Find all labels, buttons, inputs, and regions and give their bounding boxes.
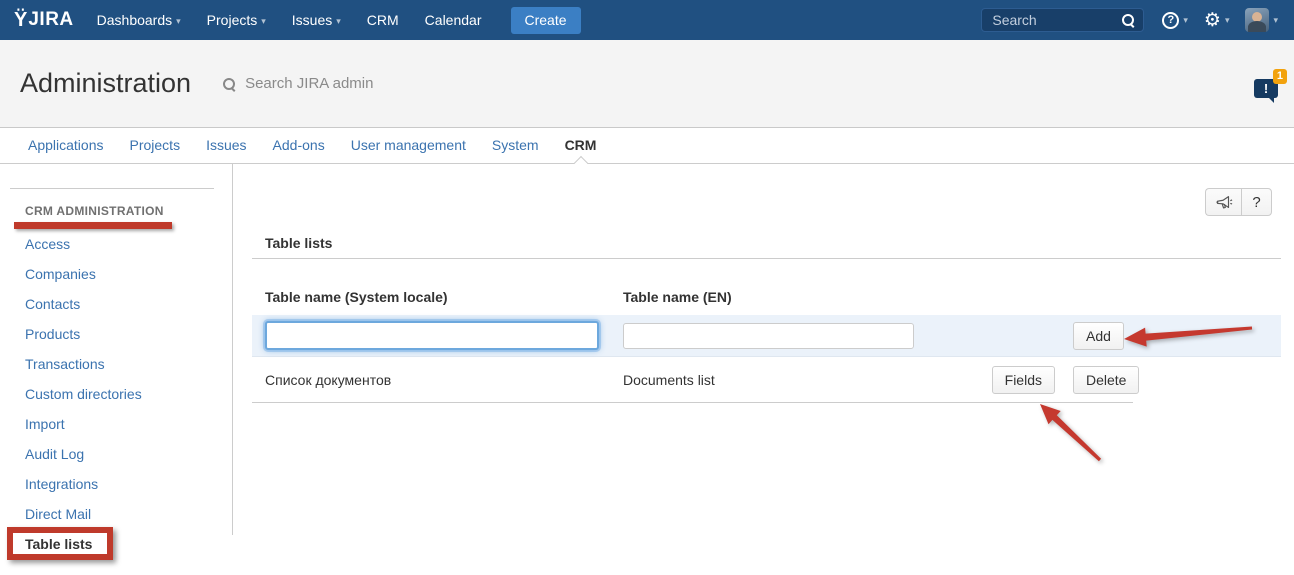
- chevron-down-icon: ▾: [176, 16, 181, 26]
- nav-crm[interactable]: CRM: [354, 0, 412, 40]
- table-lists-table: Table name (System locale) Table name (E…: [252, 279, 1281, 402]
- tab-projects[interactable]: Projects: [117, 128, 194, 163]
- global-search-input[interactable]: [990, 11, 1121, 29]
- table-header-row: Table name (System locale) Table name (E…: [252, 279, 1281, 315]
- chevron-down-icon: ▾: [336, 16, 341, 26]
- global-search[interactable]: [981, 8, 1144, 32]
- admin-header: Administration ! 1: [0, 40, 1294, 128]
- search-icon: [222, 77, 236, 91]
- column-header-en: Table name (EN): [610, 289, 950, 305]
- table-name-system-input[interactable]: [265, 321, 599, 350]
- jira-logo-icon: Ÿ: [14, 10, 27, 30]
- sidebar-item-audit-log[interactable]: Audit Log: [0, 439, 232, 469]
- sidebar-item-products[interactable]: Products: [0, 319, 232, 349]
- sidebar-item-access[interactable]: Access: [0, 229, 232, 259]
- fields-button[interactable]: Fields: [992, 366, 1055, 394]
- chevron-down-icon: ▾: [1273, 15, 1278, 26]
- navbar-right: ? ▾ ⚙ ▾ ▾: [981, 8, 1282, 32]
- tab-issues[interactable]: Issues: [193, 128, 259, 163]
- sidebar-item-contacts[interactable]: Contacts: [0, 289, 232, 319]
- table-row: Список документов Documents list Fields …: [252, 357, 1281, 402]
- exclamation-glyph: !: [1264, 81, 1268, 96]
- crm-admin-sidebar: CRM ADMINISTRATION Access Companies Cont…: [0, 164, 233, 535]
- nav-projects[interactable]: Projects▾: [194, 0, 279, 41]
- sidebar-item-import[interactable]: Import: [0, 409, 232, 439]
- gear-icon: ⚙: [1204, 11, 1221, 30]
- help-button[interactable]: ?: [1241, 188, 1272, 216]
- chevron-down-icon: ▾: [1183, 15, 1188, 26]
- tab-crm[interactable]: CRM: [552, 128, 610, 163]
- notification-icon[interactable]: ! 1: [1254, 79, 1278, 98]
- cell-name-system: Список документов: [252, 372, 610, 388]
- megaphone-icon: [1215, 195, 1233, 210]
- cell-name-en: Documents list: [610, 372, 950, 388]
- settings-menu[interactable]: ⚙ ▾: [1204, 11, 1230, 30]
- jira-logo[interactable]: Ÿ JIRA: [14, 9, 74, 31]
- row-separator: [252, 402, 1133, 403]
- annotation-underline: [14, 222, 172, 229]
- column-header-system-locale: Table name (System locale): [252, 289, 610, 305]
- sidebar-item-custom-directories[interactable]: Custom directories: [0, 379, 232, 409]
- tab-add-ons[interactable]: Add-ons: [260, 128, 338, 163]
- add-table-form-row: Add: [252, 315, 1281, 357]
- sidebar-item-integrations[interactable]: Integrations: [0, 469, 232, 499]
- top-navbar: Ÿ JIRA Dashboards▾ Projects▾ Issues▾ CRM…: [0, 0, 1294, 40]
- sidebar-list: Access Companies Contacts Products Trans…: [0, 229, 232, 559]
- page-title: Administration: [20, 68, 191, 99]
- sidebar-item-table-lists[interactable]: Table lists: [0, 529, 232, 559]
- help-menu[interactable]: ? ▾: [1162, 12, 1188, 29]
- admin-search[interactable]: [222, 74, 463, 93]
- nav-dashboards[interactable]: Dashboards▾: [84, 0, 194, 41]
- announcement-button[interactable]: [1205, 188, 1241, 216]
- table-name-en-input[interactable]: [623, 323, 914, 349]
- content-heading: Table lists: [265, 235, 1294, 251]
- delete-button[interactable]: Delete: [1073, 366, 1139, 394]
- add-button[interactable]: Add: [1073, 322, 1124, 350]
- nav-calendar[interactable]: Calendar: [412, 0, 495, 40]
- jira-admin-page: Ÿ JIRA Dashboards▾ Projects▾ Issues▾ CRM…: [0, 0, 1294, 575]
- sidebar-section-title: CRM ADMINISTRATION: [25, 204, 232, 218]
- sidebar-item-companies[interactable]: Companies: [0, 259, 232, 289]
- tab-user-management[interactable]: User management: [338, 128, 479, 163]
- create-button[interactable]: Create: [511, 7, 581, 34]
- sidebar-item-transactions[interactable]: Transactions: [0, 349, 232, 379]
- heading-rule: [252, 258, 1281, 259]
- avatar: [1245, 8, 1269, 32]
- nav-issues[interactable]: Issues▾: [279, 0, 354, 41]
- jira-logo-text: JIRA: [28, 9, 73, 31]
- admin-search-input[interactable]: [243, 74, 463, 93]
- main-content: ? Table lists Table name (System locale)…: [233, 164, 1294, 535]
- chevron-down-icon: ▾: [1225, 15, 1230, 26]
- admin-tabs: Applications Projects Issues Add-ons Use…: [0, 128, 1294, 164]
- tab-applications[interactable]: Applications: [15, 128, 117, 163]
- search-icon: [1121, 13, 1135, 27]
- help-icon: ?: [1162, 12, 1179, 29]
- sidebar-divider: [10, 188, 214, 189]
- chevron-down-icon: ▾: [261, 16, 266, 26]
- notification-badge: 1: [1273, 69, 1287, 84]
- user-menu[interactable]: ▾: [1245, 8, 1278, 32]
- sidebar-item-direct-mail[interactable]: Direct Mail: [0, 499, 232, 529]
- page-tools: ?: [1205, 188, 1272, 216]
- tab-system[interactable]: System: [479, 128, 552, 163]
